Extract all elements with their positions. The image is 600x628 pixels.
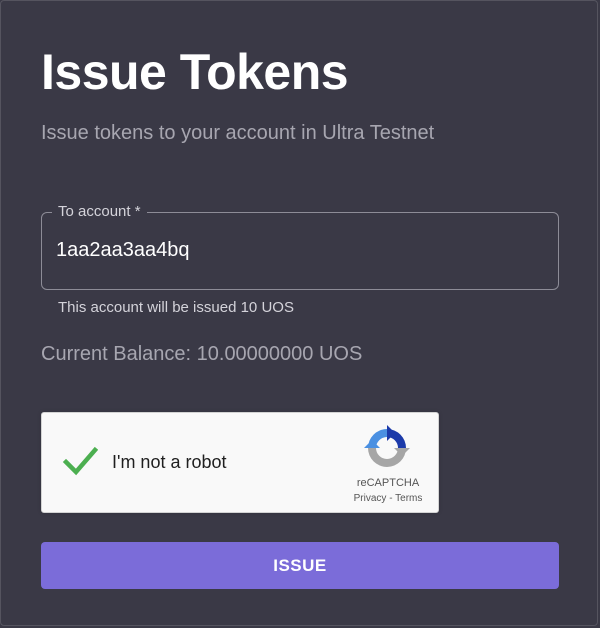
issue-tokens-card: Issue Tokens Issue tokens to your accoun…: [0, 0, 598, 626]
captcha-label: I'm not a robot: [112, 452, 227, 472]
recaptcha-brand: reCAPTCHA: [356, 477, 420, 489]
to-account-field[interactable]: To account *: [41, 203, 559, 290]
link-separator: -: [386, 493, 396, 504]
page-subtitle: Issue tokens to your account in Ultra Te…: [41, 122, 435, 144]
to-account-input[interactable]: [56, 235, 536, 265]
recaptcha-links: Privacy - Terms: [338, 493, 438, 504]
checkmark-icon[interactable]: [62, 443, 98, 479]
recaptcha-logo-icon: [364, 425, 410, 467]
recaptcha-widget: I'm not a robot reCAPTCHA Privacy - Term…: [41, 412, 439, 513]
account-helper-text: This account will be issued 10 UOS: [58, 299, 294, 316]
current-balance: Current Balance: 10.00000000 UOS: [41, 343, 363, 365]
privacy-link[interactable]: Privacy: [354, 493, 387, 504]
to-account-label: To account *: [52, 203, 147, 220]
issue-button[interactable]: ISSUE: [41, 542, 559, 589]
terms-link[interactable]: Terms: [395, 493, 422, 504]
page-title: Issue Tokens: [41, 44, 349, 100]
